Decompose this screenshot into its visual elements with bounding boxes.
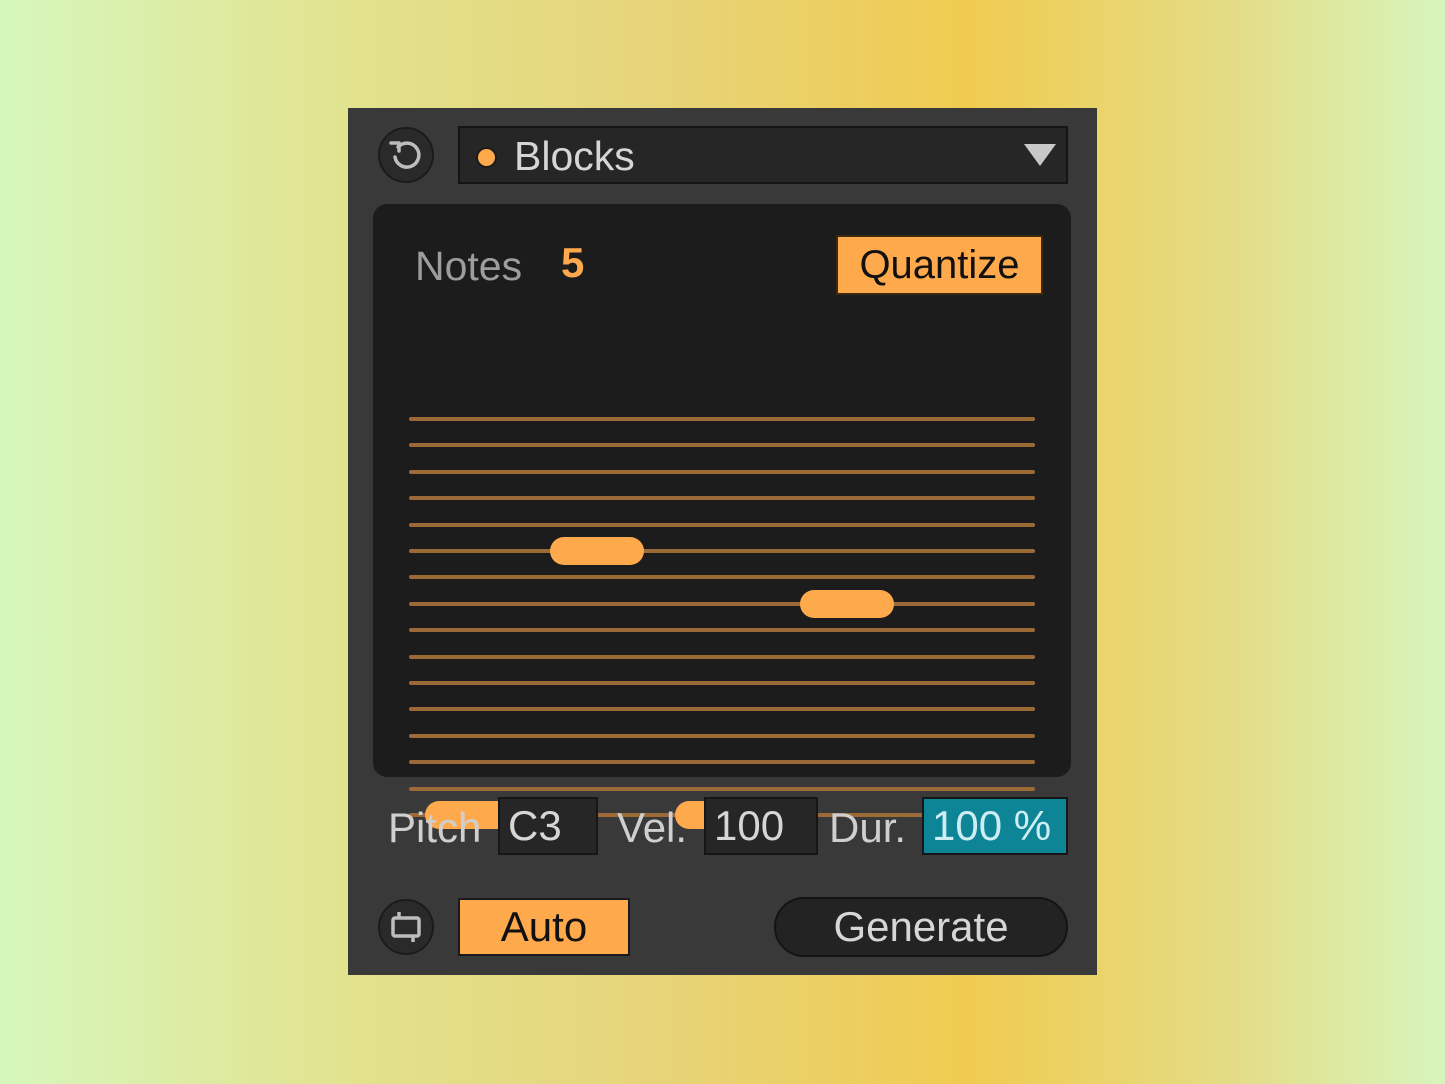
lane-line (409, 786, 1035, 791)
pattern-panel: Notes 5 Quantize (373, 204, 1071, 829)
loop-button[interactable] (378, 899, 434, 955)
lane-line (409, 707, 1035, 712)
lane-line (409, 601, 1035, 606)
pitch-label: Pitch (388, 804, 482, 851)
auto-toggle[interactable]: Auto (458, 898, 630, 956)
velocity-label: Vel. (617, 804, 688, 851)
lane-line (409, 733, 1035, 738)
preset-status-dot (476, 147, 497, 168)
reset-button[interactable] (378, 127, 434, 183)
pitch-field[interactable]: C3 (498, 797, 598, 855)
notes-value[interactable]: 5 (561, 241, 584, 285)
notes-label: Notes (415, 243, 523, 289)
preset-dropdown[interactable]: Blocks (458, 126, 1068, 184)
duration-label: Dur. (829, 804, 907, 851)
lane-line (409, 469, 1035, 474)
lane-line (409, 575, 1035, 580)
lane-line (409, 654, 1035, 659)
note-block[interactable] (549, 537, 644, 565)
note-grid[interactable] (409, 417, 1035, 844)
preset-name: Blocks (514, 133, 635, 179)
lane-line (409, 681, 1035, 685)
loop-icon (391, 912, 421, 942)
lane-line (409, 760, 1035, 765)
reset-icon (389, 141, 421, 169)
lane-line (409, 549, 1035, 553)
quantize-button[interactable]: Quantize (836, 235, 1043, 295)
note-block[interactable] (799, 589, 894, 618)
lane-line (409, 443, 1035, 448)
duration-field[interactable]: 100 % (922, 797, 1068, 855)
velocity-field[interactable]: 100 (704, 797, 818, 855)
lane-line (409, 417, 1035, 421)
generate-button[interactable]: Generate (774, 897, 1068, 957)
device: Blocks Notes 5 Quantize Pitch C3 Vel. 10… (348, 108, 1097, 975)
lane-line (409, 522, 1035, 527)
dropdown-arrow-icon[interactable] (1024, 144, 1056, 166)
lane-line (409, 628, 1035, 633)
lane-line (409, 496, 1035, 501)
